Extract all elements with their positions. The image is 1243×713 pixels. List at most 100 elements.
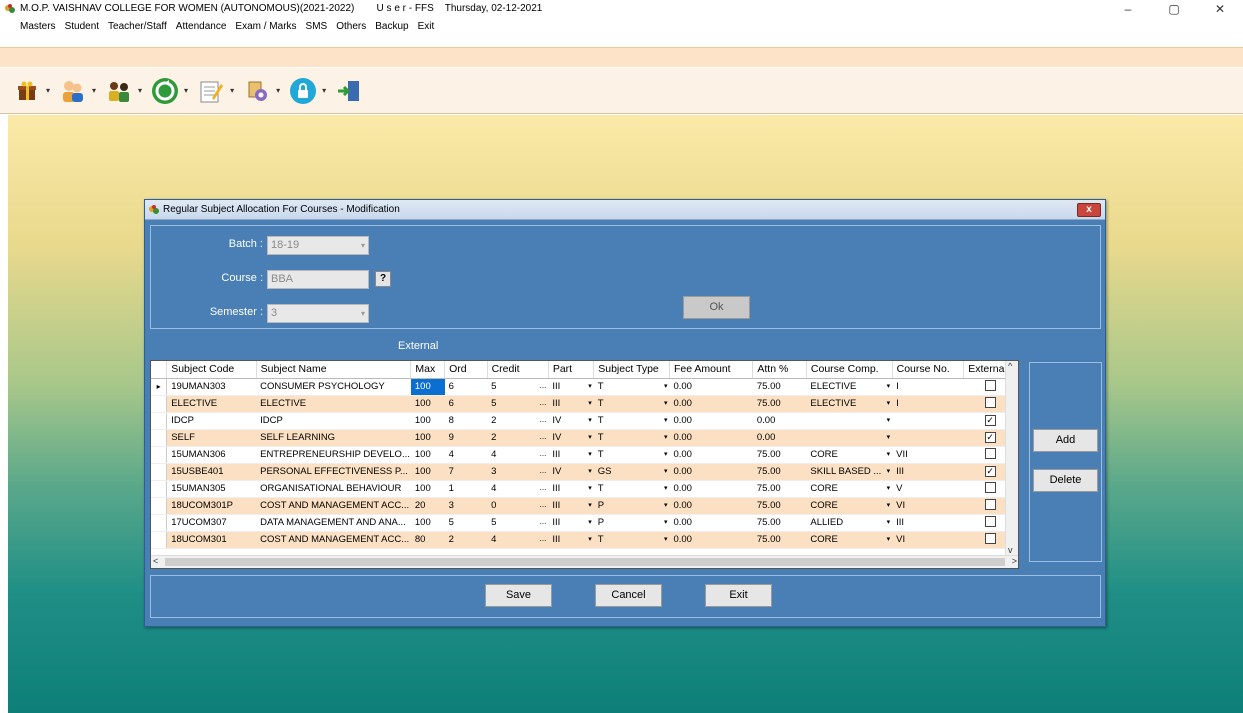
cell-credit[interactable]: 2...: [487, 429, 549, 447]
close-window-button[interactable]: ✕: [1197, 0, 1243, 18]
cell-part[interactable]: IV ▾: [548, 463, 594, 481]
table-row[interactable]: 15UMAN306 ENTREPRENEURSHIP DEVELO... 100 4 4…: [151, 446, 1018, 464]
cell-fee-amount[interactable]: 0.00: [669, 378, 753, 396]
table-row[interactable]: 15UMAN305 ORGANISATIONAL BEHAVIOUR 100 1 4..…: [151, 480, 1018, 498]
cell-fee-amount[interactable]: 0.00: [669, 395, 753, 413]
cell-attn[interactable]: 0.00: [752, 412, 807, 430]
cell-course-no[interactable]: I: [892, 395, 964, 413]
cell-subject-code[interactable]: ELECTIVE: [166, 395, 257, 413]
cell-subject-type[interactable]: T ▾: [593, 480, 670, 498]
cell-subject-name[interactable]: IDCP: [256, 412, 411, 430]
col-subject-code[interactable]: Subject Code: [166, 361, 257, 379]
menu-others[interactable]: Others: [336, 18, 366, 35]
menu-backup[interactable]: Backup: [375, 18, 408, 35]
cell-ord[interactable]: 3: [444, 497, 488, 515]
toolbar-sync-button[interactable]: ▾: [150, 76, 188, 106]
cell-course-no[interactable]: VII: [892, 446, 964, 464]
chevron-down-icon[interactable]: ▾: [588, 416, 592, 424]
chevron-down-icon[interactable]: ▾: [887, 518, 891, 526]
menu-teacher-staff[interactable]: Teacher/Staff: [108, 18, 167, 35]
row-header[interactable]: [151, 412, 168, 430]
cell-subject-type[interactable]: T ▾: [593, 429, 670, 447]
chevron-down-icon[interactable]: ▾: [664, 450, 668, 458]
ellipsis-icon[interactable]: ...: [540, 500, 547, 509]
chevron-down-icon[interactable]: ▾: [664, 518, 668, 526]
cell-course-no[interactable]: III: [892, 514, 964, 532]
chevron-down-icon[interactable]: ▾: [588, 467, 592, 475]
cell-fee-amount[interactable]: 0.00: [669, 531, 753, 549]
row-header[interactable]: ▸: [151, 378, 168, 396]
row-header[interactable]: [151, 446, 168, 464]
chevron-down-icon[interactable]: ▾: [588, 382, 592, 390]
toolbar-gift-button[interactable]: ▾: [12, 76, 50, 106]
scroll-left-icon[interactable]: <: [153, 556, 158, 566]
ellipsis-icon[interactable]: ...: [540, 449, 547, 458]
cell-subject-name[interactable]: ENTREPRENEURSHIP DEVELO...: [256, 446, 411, 464]
cell-course-no[interactable]: VI: [892, 497, 964, 515]
chevron-down-icon[interactable]: ▾: [588, 535, 592, 543]
cell-attn[interactable]: 75.00: [752, 378, 807, 396]
col-course-no[interactable]: Course No.: [892, 361, 965, 379]
cell-ord[interactable]: 7: [444, 463, 488, 481]
cell-subject-name[interactable]: COST AND MANAGEMENT ACC...: [256, 497, 411, 515]
cell-credit[interactable]: 2...: [487, 412, 549, 430]
cell-course-no[interactable]: I: [892, 378, 964, 396]
cell-fee-amount[interactable]: 0.00: [669, 514, 753, 532]
external-checkbox[interactable]: [984, 379, 996, 391]
ellipsis-icon[interactable]: ...: [540, 398, 547, 407]
cell-subject-type[interactable]: GS ▾: [593, 463, 670, 481]
cell-max[interactable]: 100: [410, 514, 445, 532]
chevron-down-icon[interactable]: ▾: [664, 433, 668, 441]
cell-fee-amount[interactable]: 0.00: [669, 497, 753, 515]
cell-max[interactable]: 100: [410, 378, 445, 396]
menu-sms[interactable]: SMS: [306, 18, 328, 35]
chevron-down-icon[interactable]: ▾: [588, 484, 592, 492]
cell-max[interactable]: 80: [410, 531, 445, 549]
cell-subject-name[interactable]: PERSONAL EFFECTIVENESS P...: [256, 463, 411, 481]
cell-part[interactable]: III ▾: [548, 514, 594, 532]
ok-button[interactable]: Ok: [683, 296, 750, 319]
chevron-down-icon[interactable]: ▾: [887, 416, 891, 424]
cell-ord[interactable]: 8: [444, 412, 488, 430]
cell-fee-amount[interactable]: 0.00: [669, 429, 753, 447]
course-field[interactable]: BBA: [267, 270, 369, 289]
cell-max[interactable]: 100: [410, 429, 445, 447]
chevron-down-icon[interactable]: ▾: [664, 501, 668, 509]
cell-ord[interactable]: 2: [444, 531, 488, 549]
cell-course-comp[interactable]: SKILL BASED ... ▾: [806, 463, 893, 481]
course-help-button[interactable]: ?: [375, 271, 391, 287]
chevron-down-icon[interactable]: ▾: [887, 433, 891, 441]
row-header[interactable]: [151, 480, 168, 498]
batch-select[interactable]: 18-19 ▾: [267, 236, 369, 255]
table-row[interactable]: 18UCOM301P COST AND MANAGEMENT ACC... 20 3 0…: [151, 497, 1018, 515]
chevron-down-icon[interactable]: ▾: [887, 382, 891, 390]
cell-subject-type[interactable]: T ▾: [593, 446, 670, 464]
cell-part[interactable]: IV ▾: [548, 429, 594, 447]
scroll-down-icon[interactable]: v: [1008, 545, 1013, 555]
table-row[interactable]: SELF SELF LEARNING 100 9 2... IV ▾ T ▾ 0.00 0.00 ▾ ✓: [151, 429, 1018, 447]
cell-fee-amount[interactable]: 0.00: [669, 446, 753, 464]
cell-ord[interactable]: 9: [444, 429, 488, 447]
cell-part[interactable]: III ▾: [548, 497, 594, 515]
cell-subject-name[interactable]: ORGANISATIONAL BEHAVIOUR: [256, 480, 411, 498]
cell-credit[interactable]: 5...: [487, 514, 549, 532]
cell-max[interactable]: 100: [410, 412, 445, 430]
cell-max[interactable]: 100: [410, 480, 445, 498]
scroll-thumb[interactable]: [165, 558, 1005, 566]
ellipsis-icon[interactable]: ...: [540, 381, 547, 390]
cell-part[interactable]: III ▾: [548, 395, 594, 413]
col-credit[interactable]: Credit: [487, 361, 549, 379]
chevron-down-icon[interactable]: ▾: [887, 399, 891, 407]
cell-fee-amount[interactable]: 0.00: [669, 412, 753, 430]
add-button[interactable]: Add: [1033, 429, 1098, 452]
menu-masters[interactable]: Masters: [20, 18, 56, 35]
col-ord[interactable]: Ord: [444, 361, 488, 379]
restore-button[interactable]: ▢: [1151, 0, 1197, 18]
chevron-down-icon[interactable]: ▾: [664, 399, 668, 407]
cell-subject-name[interactable]: SELF LEARNING: [256, 429, 411, 447]
cell-credit[interactable]: 4...: [487, 531, 549, 549]
chevron-down-icon[interactable]: ▾: [588, 399, 592, 407]
cell-course-no[interactable]: [892, 429, 964, 447]
grid-vertical-scrollbar[interactable]: ^ v: [1005, 361, 1018, 555]
external-checkbox[interactable]: [984, 396, 996, 408]
